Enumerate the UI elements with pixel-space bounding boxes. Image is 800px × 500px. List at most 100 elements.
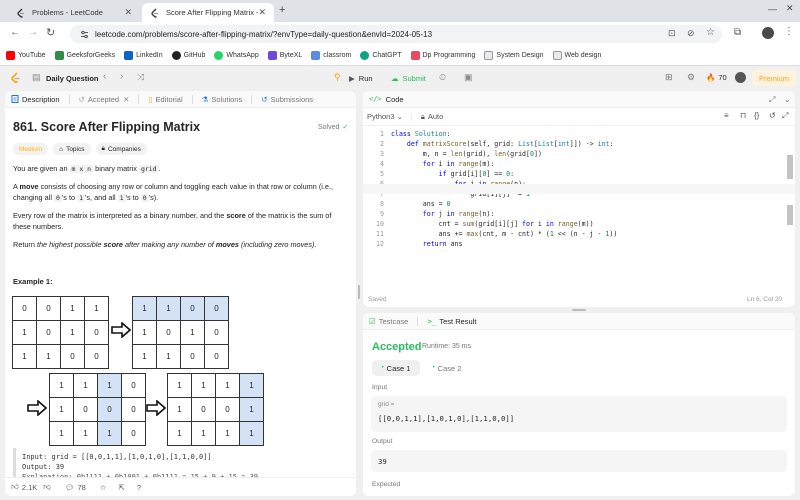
grid-cell: 1 [156,296,181,321]
tab-submissions[interactable]: ↺ Submissions [261,95,313,104]
layout-icon[interactable]: ⊞ [665,72,673,83]
case-label: Case 2 [437,363,462,373]
code-editor[interactable]: 1 class Solution: 2 def matrixScore(self, … [363,129,795,289]
premium-button[interactable]: Premium [752,70,796,86]
bookmark-web-design[interactable]: Web design [552,51,601,60]
grid-row: 1100 [132,344,229,369]
maximize-icon[interactable]: ⤢ [769,95,775,105]
browser-menu-icon[interactable]: ⋮ [784,26,794,37]
submit-button[interactable]: ☁ Submit [391,70,426,86]
comment-icon[interactable]: 💬︎ [65,483,75,492]
language-select[interactable]: Python3 ⌄ [367,112,403,121]
bookmark-label: ChatGPT [372,52,402,59]
bookmark-label: YouTube [18,52,46,59]
run-button[interactable]: ▶ Run [349,70,373,86]
bookmark-chatgpt[interactable]: ChatGPT [360,51,402,60]
bookmark-bytexl[interactable]: ByteXL [267,51,302,60]
shuffle-icon[interactable]: ⤨ [137,72,144,83]
runtime: Runtime: 35 ms [422,343,472,350]
grid-row: 1001 [167,397,264,422]
editor-scrollbar[interactable] [787,155,793,179]
extensions-icon[interactable]: ⧉ [734,27,741,38]
bookmark-dp-programming[interactable]: Dp Programming [410,51,475,60]
browser-tab-score-after-flipping[interactable]: Score After Flipping Matrix - L ✕ [142,3,274,22]
grid-cell: 0 [204,320,229,345]
code-line: 8 ans = 0 [363,199,795,209]
forward-arrow-icon[interactable]: → [28,27,38,38]
chip-label: Topics [66,145,85,153]
browser-tab-problems[interactable]: Problems - LeetCode ✕ [8,3,140,22]
minimize-window-button[interactable]: — [768,4,777,14]
companies-chip[interactable]: 🔒︎ Companies [95,143,147,155]
tab-solutions[interactable]: ⚗ Solutions [202,95,243,104]
bookmark-classrom[interactable]: classrom [311,51,351,60]
case-2-button[interactable]: • Case 2 [423,360,471,376]
auto-mode-label[interactable]: Auto [428,112,443,121]
eye-off-icon[interactable]: ⊘ [687,28,695,39]
thumbs-up-icon[interactable]: 👍︎ [11,482,19,492]
debug-icon[interactable]: ⚲ [334,72,341,83]
bookmark-github[interactable]: GitHub [171,51,205,60]
bookmark-system-design[interactable]: System Design [484,51,544,60]
profile-avatar[interactable] [762,27,774,39]
leetcode-logo-icon[interactable] [10,72,21,84]
close-tab-icon[interactable]: ✕ [124,7,132,18]
thumbs-down-icon[interactable]: 👎︎ [43,482,51,492]
share-icon[interactable]: ⇱ [119,483,125,492]
topics-chip[interactable]: ⌂ Topics [53,143,91,155]
star-icon[interactable]: ☆ [100,483,107,492]
grid-cell: 1 [156,344,181,369]
bookmark-youtube[interactable]: YouTube [6,51,46,60]
bookmark-geeksforgeeks[interactable]: GeeksforGeeks [54,51,115,60]
chip-label: Companies [107,145,141,153]
new-tab-button[interactable]: + [279,4,285,16]
reset-icon[interactable]: ↺ [769,111,776,120]
next-problem-icon[interactable]: › [120,71,123,82]
bookmark-icon[interactable]: ⊓ [740,111,746,120]
tab-description[interactable]: Description [11,95,60,104]
tab-editorial[interactable]: ▯ Editorial [148,95,182,104]
line-number: 3 [380,150,384,158]
horizontal-resize-handle[interactable] [572,309,586,311]
bookmark-linkedin[interactable]: LinkedIn [124,51,163,60]
user-avatar[interactable] [735,72,746,83]
daily-question-label[interactable]: Daily Question [46,74,99,83]
format-icon[interactable]: ≡ [724,111,729,120]
help-icon[interactable]: ? [137,483,141,492]
tab-accepted[interactable]: ↺ Accepted ✕ [79,95,130,104]
tab-testcase[interactable]: ☑ Testcase [369,317,408,326]
grid-cell: 1 [180,320,205,345]
timer-icon[interactable]: ⏲ [439,72,446,83]
line-number: 12 [376,240,384,248]
tab-label: Editorial [155,94,183,104]
close-window-button[interactable]: ✕ [786,3,794,14]
fullscreen-icon[interactable]: ⤢ [782,111,788,121]
notes-icon[interactable]: ▣ [464,72,473,83]
back-arrow-icon[interactable]: ← [10,27,20,38]
globe-icon [552,51,562,60]
close-tab-icon[interactable]: ✕ [123,95,129,104]
grid-row: 1010 [132,320,229,345]
screen-cast-icon[interactable]: ⊡ [668,28,676,39]
bookmark-star-icon[interactable]: ☆ [706,27,715,38]
case-1-button[interactable]: • Case 1 [372,360,420,376]
case-label: Case 1 [386,363,411,373]
prev-problem-icon[interactable]: ‹ [103,71,106,82]
bookmark-whatsapp[interactable]: WhatsApp [214,51,259,60]
code-text: ans += max(cnt, m - cnt) * (1 << (n - j … [391,230,618,238]
output-label: Output [372,438,393,445]
reload-icon[interactable]: ↻ [46,26,55,39]
panel-resize-handle[interactable] [358,285,360,299]
tab-test-result[interactable]: >_ Test Result [427,317,476,326]
streak-counter[interactable]: 🔥 70 [706,73,727,82]
clock-icon: ↺ [78,94,85,104]
close-tab-icon[interactable]: ✕ [258,7,266,18]
url-field[interactable]: leetcode.com/problems/score-after-flippi… [70,25,722,43]
bold-text: move [19,182,39,191]
collapse-icon[interactable]: ⌄ [784,95,791,104]
braces-icon[interactable]: {} [754,111,759,120]
settings-icon[interactable]: ⚙ [687,72,695,83]
site-settings-icon[interactable] [80,30,89,39]
grid-cell: 0 [97,397,122,422]
problem-list-icon[interactable]: ▤ [32,72,41,83]
